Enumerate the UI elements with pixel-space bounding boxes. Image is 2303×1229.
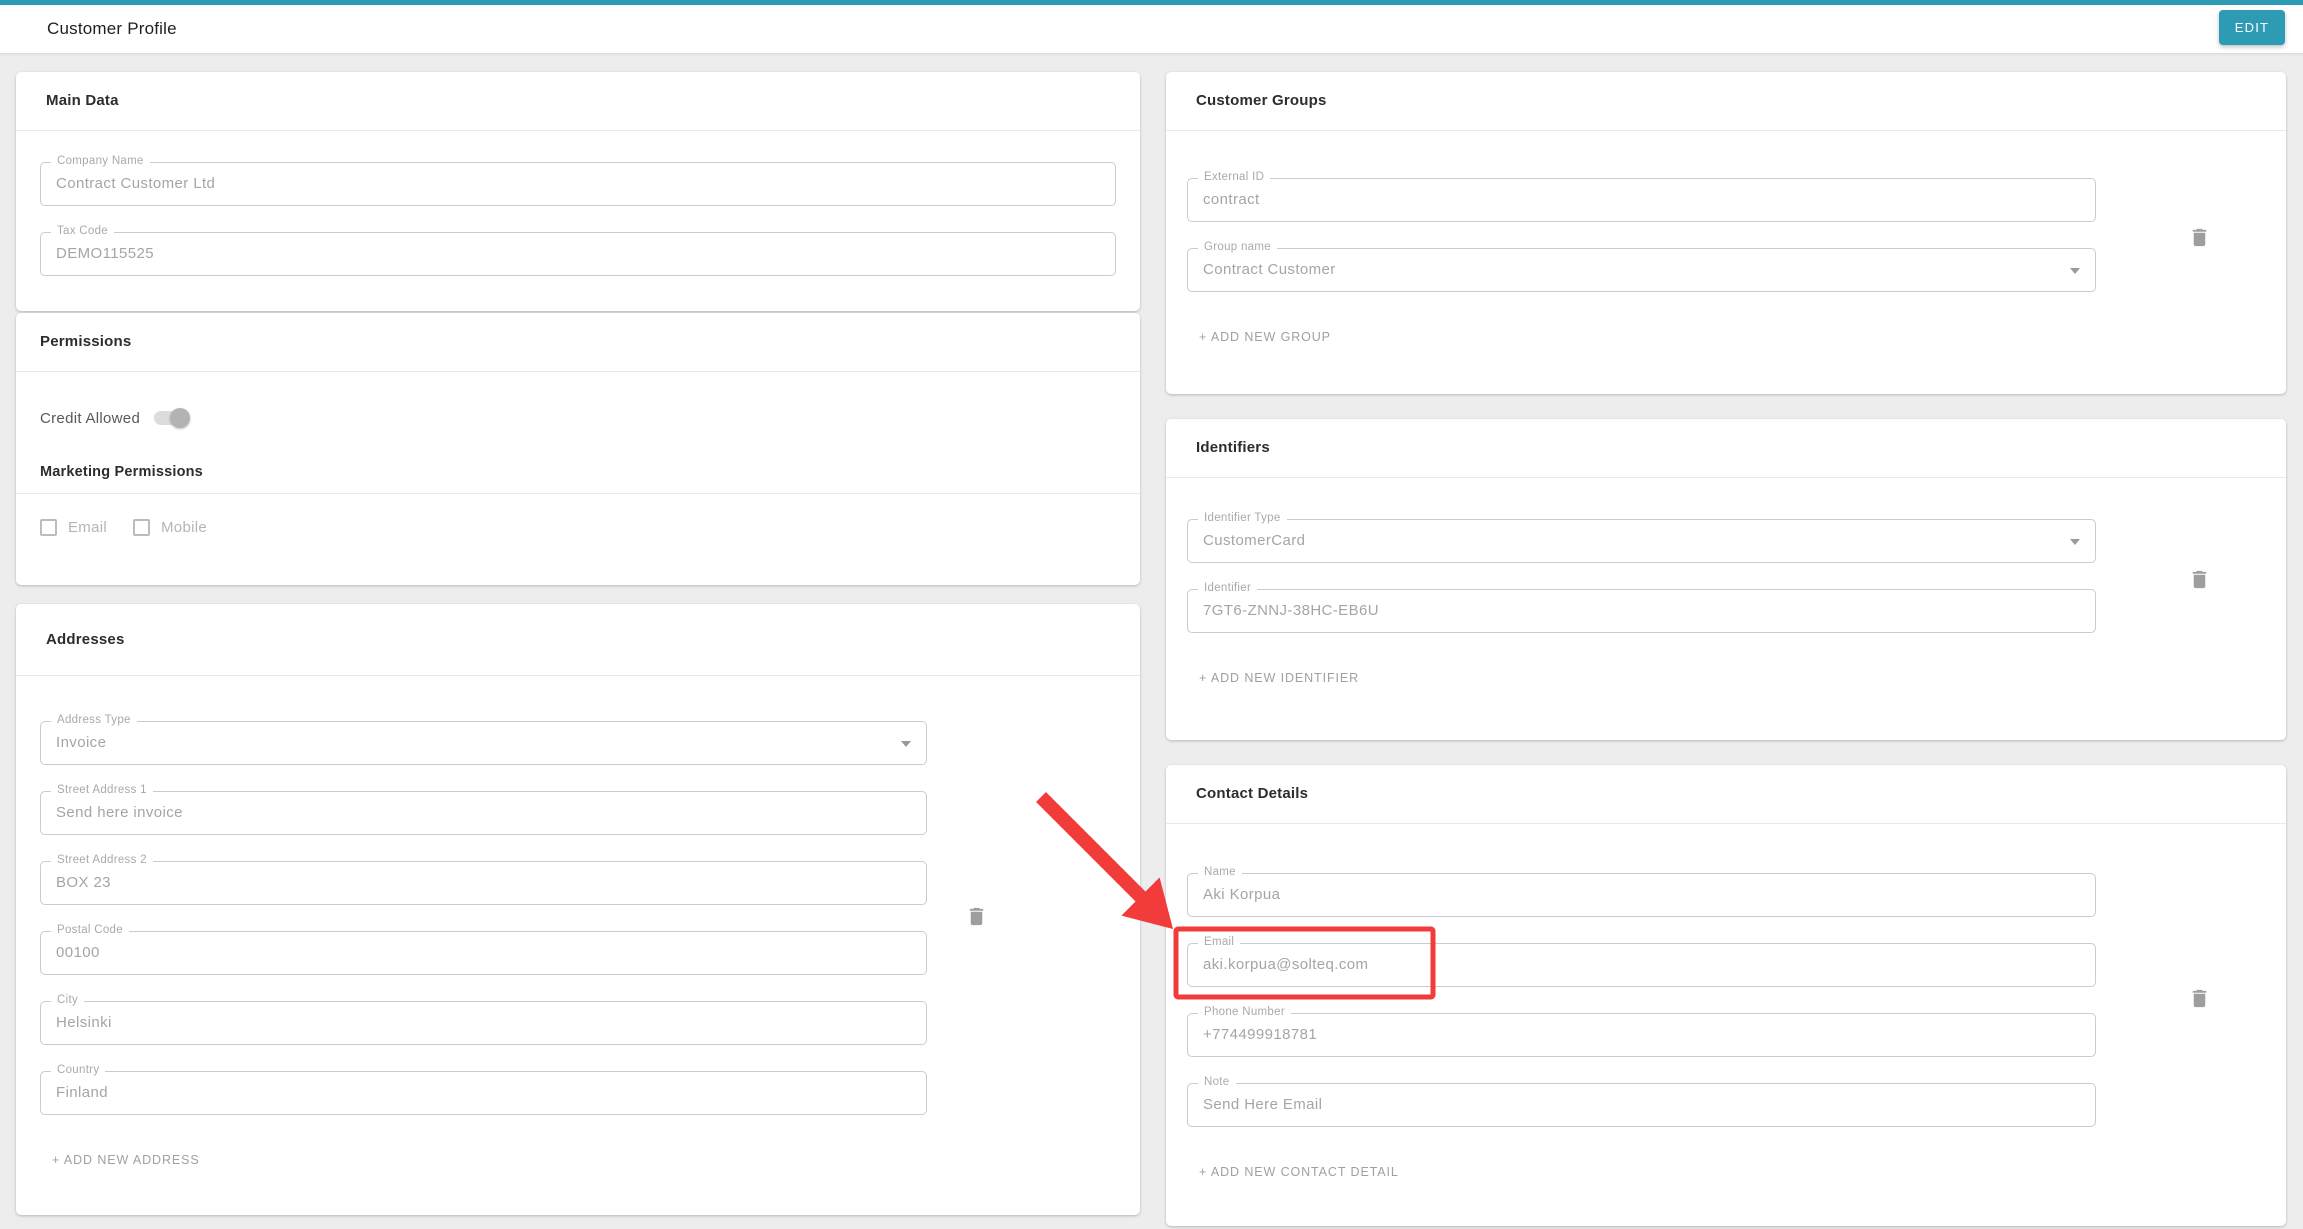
identifier-field[interactable]: Identifier 7GT6-ZNNJ-38HC-EB6U [1187,589,2096,633]
external-id-value: contract [1188,179,2095,221]
top-accent-strip [0,0,2303,5]
marketing-mobile-checkbox[interactable]: Mobile [133,519,207,536]
marketing-email-label: Email [68,519,107,536]
addresses-card: Addresses Address Type Invoice Street Ad… [16,604,1140,1215]
chevron-down-icon [2070,539,2080,545]
marketing-permissions-title: Marketing Permissions [40,464,1140,480]
identifiers-title: Identifiers [1166,419,2286,478]
street-address-2-label: Street Address 2 [51,854,153,866]
tax-code-label: Tax Code [51,225,114,237]
contact-email-label: Email [1198,936,1240,948]
chevron-down-icon [2070,268,2080,274]
chevron-down-icon [901,741,911,747]
company-name-value: Contract Customer Ltd [41,163,1115,205]
street-address-2-field[interactable]: Street Address 2 BOX 23 [40,861,927,905]
delete-address-button[interactable] [965,903,988,930]
add-new-group-button[interactable]: + ADD NEW GROUP [1199,330,1331,344]
contact-phone-label: Phone Number [1198,1006,1291,1018]
main-data-title: Main Data [16,72,1140,131]
company-name-label: Company Name [51,155,150,167]
trash-icon [965,903,988,930]
contact-email-value: aki.korpua@solteq.com [1188,944,2095,986]
city-value: Helsinki [41,1002,926,1044]
external-id-label: External ID [1198,171,1270,183]
contact-note-label: Note [1198,1076,1236,1088]
street-address-1-field[interactable]: Street Address 1 Send here invoice [40,791,927,835]
add-new-address-button[interactable]: + ADD NEW ADDRESS [52,1153,200,1167]
customer-profile-page: Customer Profile EDIT Main Data Company … [0,0,2303,1229]
contact-details-title: Contact Details [1166,765,2286,824]
trash-icon [2188,566,2211,593]
identifiers-card: Identifiers Identifier Type CustomerCard… [1166,419,2286,740]
external-id-field[interactable]: External ID contract [1187,178,2096,222]
identifier-label: Identifier [1198,582,1257,594]
main-data-card: Main Data Company Name Contract Customer… [16,72,1140,311]
identifier-type-select[interactable]: Identifier Type CustomerCard [1187,519,2096,563]
country-field[interactable]: Country Finland [40,1071,927,1115]
street-address-2-value: BOX 23 [41,862,926,904]
delete-group-button[interactable] [2188,224,2211,251]
marketing-divider [16,493,1140,494]
postal-code-field[interactable]: Postal Code 00100 [40,931,927,975]
group-name-value: Contract Customer [1188,249,2095,291]
city-label: City [51,994,84,1006]
add-new-contact-detail-button[interactable]: + ADD NEW CONTACT DETAIL [1199,1165,1399,1179]
tax-code-value: DEMO115525 [41,233,1115,275]
street-address-1-value: Send here invoice [41,792,926,834]
credit-allowed-toggle[interactable] [154,411,187,425]
addresses-title: Addresses [16,604,1140,676]
marketing-email-checkbox[interactable]: Email [40,519,107,536]
contact-note-value: Send Here Email [1188,1084,2095,1126]
tax-code-field[interactable]: Tax Code DEMO115525 [40,232,1116,276]
city-field[interactable]: City Helsinki [40,1001,927,1045]
permissions-card: Permissions Credit Allowed Marketing Per… [16,313,1140,585]
permissions-title: Permissions [16,313,1140,372]
toggle-knob-icon [170,408,190,428]
page-title: Customer Profile [47,19,177,39]
trash-icon [2188,224,2211,251]
contact-phone-value: +774499918781 [1188,1014,2095,1056]
company-name-field[interactable]: Company Name Contract Customer Ltd [40,162,1116,206]
contact-name-label: Name [1198,866,1242,878]
identifier-type-value: CustomerCard [1188,520,2095,562]
delete-contact-button[interactable] [2188,985,2211,1012]
credit-allowed-label: Credit Allowed [40,410,140,427]
customer-groups-title: Customer Groups [1166,72,2286,131]
contact-phone-field[interactable]: Phone Number +774499918781 [1187,1013,2096,1057]
trash-icon [2188,985,2211,1012]
group-name-select[interactable]: Group name Contract Customer [1187,248,2096,292]
address-type-select[interactable]: Address Type Invoice [40,721,927,765]
marketing-checkbox-row: Email Mobile [40,511,1140,543]
marketing-mobile-label: Mobile [161,519,207,536]
add-new-identifier-button[interactable]: + ADD NEW IDENTIFIER [1199,671,1359,685]
checkbox-icon [40,519,57,536]
page-header: Customer Profile EDIT [0,5,2303,54]
edit-button[interactable]: EDIT [2219,10,2285,45]
group-name-label: Group name [1198,241,1277,253]
street-address-1-label: Street Address 1 [51,784,153,796]
delete-identifier-button[interactable] [2188,566,2211,593]
contact-name-value: Aki Korpua [1188,874,2095,916]
identifier-value: 7GT6-ZNNJ-38HC-EB6U [1188,590,2095,632]
postal-code-label: Postal Code [51,924,129,936]
country-value: Finland [41,1072,926,1114]
credit-allowed-row: Credit Allowed [40,400,1140,436]
contact-note-field[interactable]: Note Send Here Email [1187,1083,2096,1127]
contact-name-field[interactable]: Name Aki Korpua [1187,873,2096,917]
checkbox-icon [133,519,150,536]
postal-code-value: 00100 [41,932,926,974]
identifier-type-label: Identifier Type [1198,512,1287,524]
country-label: Country [51,1064,105,1076]
address-type-value: Invoice [41,722,926,764]
customer-groups-card: Customer Groups External ID contract Gro… [1166,72,2286,394]
contact-email-field[interactable]: Email aki.korpua@solteq.com [1187,943,2096,987]
contact-details-card: Contact Details Name Aki Korpua Email ak… [1166,765,2286,1226]
address-type-label: Address Type [51,714,137,726]
